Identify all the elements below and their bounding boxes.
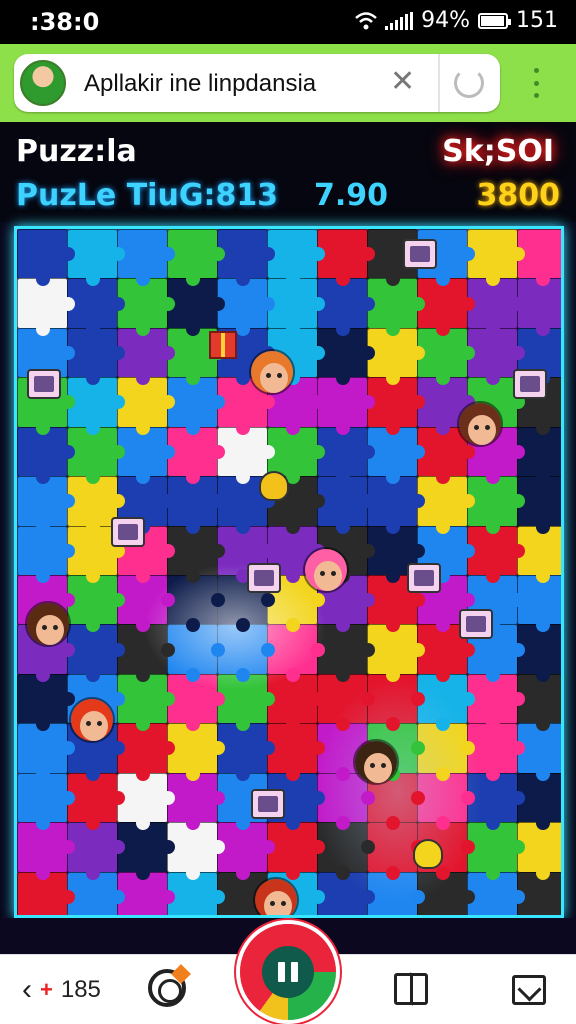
status-time: :38:0 <box>30 8 100 36</box>
url-text[interactable]: Apllakir ine linpdansia <box>84 70 316 98</box>
battery-fill <box>481 15 504 26</box>
target-icon[interactable] <box>148 969 186 1007</box>
puzzle-board[interactable] <box>14 226 564 918</box>
url-divider <box>438 54 440 112</box>
browser-toolbar: Apllakir ine linpdansia ✕ <box>0 44 576 122</box>
game-title: Puzz:la <box>16 134 137 169</box>
bonus-item[interactable] <box>111 517 145 547</box>
timer-label: PuzLe TiuG:813 <box>16 178 279 213</box>
bonus-item[interactable] <box>27 369 61 399</box>
status-extra: 151 <box>516 8 558 33</box>
score-value: 3800 <box>476 178 561 213</box>
signal-icon <box>385 11 414 30</box>
helmet-icon[interactable] <box>259 471 289 501</box>
close-icon[interactable]: ✕ <box>390 64 415 99</box>
site-avatar <box>20 60 66 106</box>
bonus-item[interactable] <box>513 369 547 399</box>
character-piece[interactable] <box>249 349 295 395</box>
character-piece[interactable] <box>303 547 349 593</box>
bonus-item[interactable] <box>407 563 441 593</box>
moves-value: 7.90 <box>314 178 389 213</box>
pause-icon <box>262 946 314 998</box>
back-icon: ‹ <box>22 973 32 1006</box>
plus-icon: + <box>40 977 53 1002</box>
status-right: 94% 151 <box>355 8 558 33</box>
back-count: 185 <box>60 976 101 1003</box>
bonus-item[interactable] <box>247 563 281 593</box>
wifi-icon <box>355 11 377 29</box>
battery-percent: 94% <box>421 8 470 33</box>
character-piece[interactable] <box>353 739 399 785</box>
back-button[interactable]: ‹ + 185 <box>22 975 101 1005</box>
game-header: Puzz:la Sk;SOI PuzLe TiuG:813 7.90 3800 <box>0 122 576 222</box>
character-piece[interactable] <box>457 401 503 447</box>
status-bar: :38:0 94% 151 <box>0 0 576 44</box>
character-piece[interactable] <box>69 697 115 743</box>
character-piece[interactable] <box>25 601 71 647</box>
pause-button[interactable] <box>240 924 336 1020</box>
mail-icon[interactable] <box>512 975 546 1005</box>
menu-icon[interactable] <box>534 68 540 98</box>
reload-icon[interactable] <box>454 68 484 98</box>
gift-icon[interactable] <box>209 331 237 359</box>
bonus-item[interactable] <box>251 789 285 819</box>
url-box[interactable]: Apllakir ine linpdansia ✕ <box>14 54 500 112</box>
puzzle-piece[interactable] <box>17 229 75 287</box>
bonus-item[interactable] <box>403 239 437 269</box>
helmet-icon[interactable] <box>413 839 443 869</box>
bonus-item[interactable] <box>459 609 493 639</box>
book-icon[interactable] <box>394 973 428 1005</box>
battery-icon <box>478 12 511 29</box>
character-piece[interactable] <box>253 877 299 915</box>
score-label: Sk;SOI <box>442 134 554 169</box>
